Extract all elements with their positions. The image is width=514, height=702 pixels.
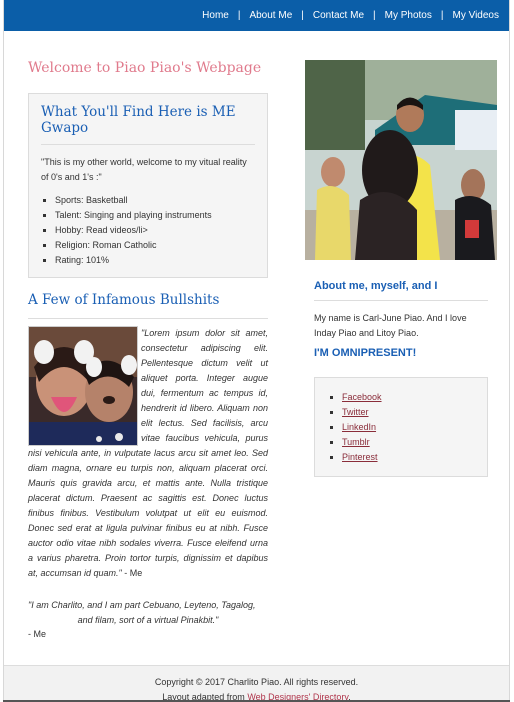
nav-item-photos[interactable]: My Photos (385, 10, 432, 21)
list-item: Tumblr (342, 435, 477, 450)
list-item: Sports: Basketball (55, 193, 255, 208)
facebook-link[interactable]: Facebook (342, 392, 382, 402)
nav-link-home[interactable]: Home (202, 10, 229, 21)
find-here-box: What You'll Find Here is ME Gwapo "This … (28, 93, 268, 278)
nav-item-contact[interactable]: Contact Me (313, 10, 364, 21)
tumblr-link[interactable]: Tumblr (342, 437, 370, 447)
about-text: My name is Carl-June Piao. And I love In… (314, 313, 467, 338)
profile-photo (305, 60, 497, 260)
list-item: Religion: Roman Catholic (55, 238, 255, 253)
social-links-box: Facebook Twitter LinkedIn Tumblr Pintere… (314, 377, 488, 477)
list-item: Talent: Singing and playing instruments (55, 208, 255, 223)
welcome-title: Welcome to Piao Piao's Webpage (28, 60, 262, 76)
bullshits-title: A Few of Infamous Bullshits (28, 292, 268, 319)
nav-separator: | (440, 10, 444, 21)
list-item: Facebook (342, 390, 477, 405)
nav-link-contact[interactable]: Contact Me (313, 10, 364, 21)
second-quote-line2: and filam, sort of a virtual Pinakbit." (77, 615, 219, 625)
list-item: Hobby: Read videos/li> (55, 223, 255, 238)
about-title: About me, myself, and I (314, 280, 488, 301)
quote-attribution: - Me (121, 568, 143, 578)
nav-link-about[interactable]: About Me (249, 10, 292, 21)
nav-link-videos[interactable]: My Videos (452, 10, 499, 21)
twitter-link[interactable]: Twitter (342, 407, 369, 417)
nav-separator: | (301, 10, 304, 21)
list-item: LinkedIn (342, 420, 477, 435)
second-quote: "I am Charlito, and I am part Cebuano, L… (28, 598, 268, 628)
pinterest-link[interactable]: Pinterest (342, 452, 378, 462)
find-here-intro: "This is my other world, welcome to my v… (41, 157, 247, 182)
selfie-photo (28, 326, 138, 446)
nav-item-about[interactable]: About Me (249, 10, 292, 21)
social-links-list: Facebook Twitter LinkedIn Tumblr Pintere… (327, 390, 477, 465)
list-item: Rating: 101% (55, 253, 255, 268)
second-quote-line1: "I am Charlito, and I am part Cebuano, L… (28, 600, 256, 610)
nav-link-photos[interactable]: My Photos (385, 10, 432, 21)
nav-item-videos[interactable]: My Videos (452, 10, 499, 21)
top-nav: Home | About Me | Contact Me | My Photos… (4, 0, 509, 31)
list-item: Twitter (342, 405, 477, 420)
nav-item-home[interactable]: Home (202, 10, 229, 21)
second-quote-attribution: - Me (28, 629, 46, 639)
nav-separator: | (237, 10, 241, 21)
footer: Copyright © 2017 Charlito Piao. All righ… (4, 665, 509, 702)
list-item: Pinterest (342, 450, 477, 465)
nav-separator: | (373, 10, 376, 21)
find-here-title: What You'll Find Here is ME Gwapo (41, 104, 255, 145)
footer-copyright: Copyright © 2017 Charlito Piao. All righ… (154, 677, 359, 687)
profile-image (305, 60, 497, 260)
find-here-list: Sports: Basketball Talent: Singing and p… (41, 193, 255, 268)
selfie-image (29, 327, 137, 445)
linkedin-link[interactable]: LinkedIn (342, 422, 376, 432)
omnipresent-title: I'M OMNIPRESENT! (314, 347, 417, 359)
